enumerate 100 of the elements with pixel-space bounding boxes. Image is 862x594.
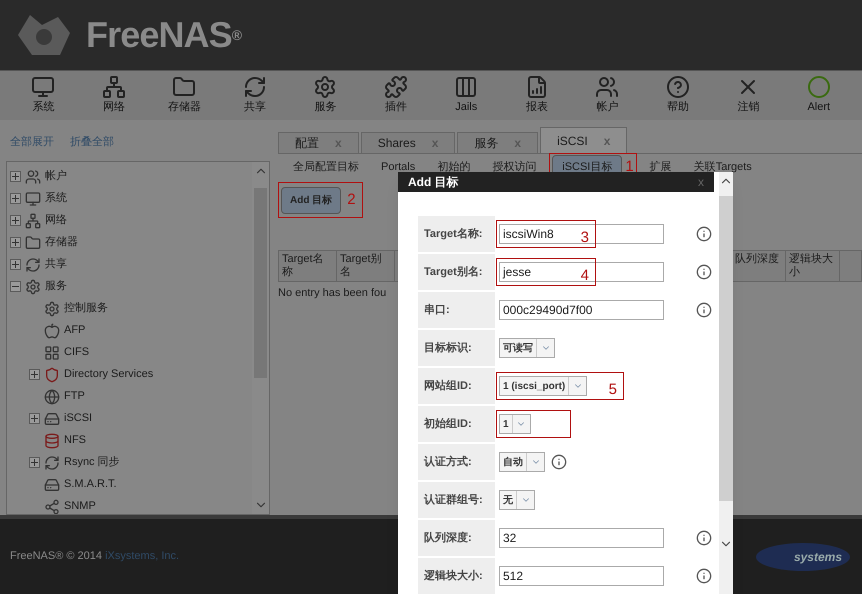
expand-toggle[interactable] <box>10 259 21 270</box>
info-icon[interactable] <box>696 568 712 584</box>
expand-toggle[interactable] <box>10 215 21 226</box>
field-label: 逻辑块大小: <box>418 558 495 594</box>
toolbar-button[interactable]: Alert <box>788 75 849 116</box>
gear-icon <box>44 300 60 316</box>
tree-item[interactable]: Rsync 同步 <box>7 452 252 474</box>
dialog-title: Add 目标 <box>408 174 459 191</box>
expand-toggle[interactable] <box>29 457 40 468</box>
toolbar-button[interactable]: 帐户 <box>577 75 638 116</box>
column-header: Target别名 <box>337 251 395 281</box>
monitor-icon <box>25 190 41 206</box>
toolbar-button[interactable]: 报表 <box>506 75 567 116</box>
expand-toggle[interactable] <box>10 237 21 248</box>
select-field[interactable]: 1 (iscsi_port) <box>499 376 588 396</box>
tree-item[interactable]: iSCSI <box>7 408 252 430</box>
tree-item[interactable]: S.M.A.R.T. <box>7 474 252 496</box>
field-label: 网站组ID: <box>418 368 495 404</box>
windows-icon <box>44 344 60 360</box>
folder-icon <box>25 234 41 250</box>
input-field[interactable]: 000c29490d7f00 <box>499 300 664 320</box>
sub-tab[interactable]: 扩展 <box>640 156 681 178</box>
field-label: 认证方式: <box>418 444 495 480</box>
field-label: 串口: <box>418 292 495 328</box>
expand-toggle[interactable] <box>29 369 40 380</box>
apple-icon <box>44 322 60 338</box>
column-header: Target名称 <box>279 251 337 281</box>
toolbar-button[interactable]: 帮助 <box>648 75 708 116</box>
sync-icon <box>25 256 41 272</box>
tree-item[interactable]: 帐户 <box>7 166 252 188</box>
tree-item[interactable]: 共享 <box>7 254 252 276</box>
tree-item[interactable]: 存储器 <box>7 232 252 254</box>
bars-icon <box>454 75 478 100</box>
tree-item[interactable]: Directory Services <box>7 364 252 386</box>
toolbar-button[interactable]: 共享 <box>224 75 285 116</box>
field-label: Target名称: <box>418 216 495 252</box>
select-field[interactable]: 可读写 <box>499 338 555 358</box>
network-icon <box>25 212 41 228</box>
toolbar-button[interactable]: Jails <box>436 75 496 116</box>
toolbar-button[interactable]: 网络 <box>84 75 144 116</box>
info-icon[interactable] <box>696 302 712 318</box>
expand-toggle[interactable] <box>10 171 21 182</box>
light-icon <box>806 75 831 100</box>
tree-item[interactable]: 网络 <box>7 210 252 232</box>
gear-icon <box>313 75 338 100</box>
input-field[interactable]: 512 <box>499 566 664 586</box>
toolbar-button[interactable]: 服务 <box>295 75 356 116</box>
info-icon[interactable] <box>696 264 712 280</box>
scroll-thumb[interactable] <box>719 196 733 501</box>
puzzle-icon <box>384 75 408 100</box>
toolbar-button[interactable]: 注销 <box>718 75 778 116</box>
collapse-toggle[interactable] <box>10 281 21 292</box>
logo-text: FreeNAS$^{®}$ <box>86 13 242 57</box>
tree-item[interactable]: 服务 <box>7 276 252 298</box>
info-icon[interactable] <box>551 454 567 470</box>
empty-message: No entry has been fou <box>278 287 386 299</box>
toolbar-button[interactable]: 存储器 <box>154 75 214 116</box>
info-icon[interactable] <box>696 530 712 546</box>
tree-link[interactable]: 全部展开 <box>10 134 54 150</box>
sync-icon <box>242 75 267 100</box>
tree-item[interactable]: 系统 <box>7 188 252 210</box>
sub-tab[interactable]: 全局配置目标 <box>284 156 368 178</box>
field-label: 目标标识: <box>418 330 495 366</box>
tree-item[interactable]: AFP <box>7 320 252 342</box>
field-label: 初始组ID: <box>418 406 495 442</box>
select-field[interactable]: 自动 <box>499 452 545 472</box>
annotation-number: 1 <box>625 156 634 177</box>
annotation-number: 2 <box>347 190 356 210</box>
users-icon <box>595 75 620 100</box>
copyright-text: FreeNAS® © 2014 iXsystems, Inc. <box>10 549 180 564</box>
tab[interactable]: iSCSI x <box>540 127 628 153</box>
expand-toggle[interactable] <box>10 193 21 204</box>
tree-item[interactable]: CIFS <box>7 342 252 364</box>
shield-icon <box>44 366 60 382</box>
tree-item[interactable]: 控制服务 <box>7 298 252 320</box>
select-field[interactable]: 无 <box>499 490 535 510</box>
monitor-icon <box>31 75 56 100</box>
add-button[interactable]: Add 目标 <box>281 186 342 214</box>
toolbar-button[interactable]: 系统 <box>13 75 74 116</box>
sync-icon <box>44 454 60 470</box>
field-label: 认证群组号: <box>418 482 495 518</box>
database-icon <box>44 432 60 448</box>
tree-item[interactable]: FTP <box>7 386 252 408</box>
info-icon[interactable] <box>696 226 712 242</box>
input-field[interactable]: 32 <box>499 528 664 548</box>
users-icon <box>25 168 41 184</box>
network-icon <box>102 75 126 100</box>
globe-icon <box>44 388 60 404</box>
column-header: 逻辑块大小 <box>785 251 839 281</box>
select-field[interactable]: 1 <box>499 414 531 434</box>
help-icon <box>666 75 690 100</box>
sub-tab[interactable]: 授权访问 <box>483 156 546 178</box>
tree-item[interactable]: NFS <box>7 430 252 452</box>
field-label: Target别名: <box>418 254 495 290</box>
toolbar-button[interactable]: 插件 <box>366 75 426 116</box>
gear-icon <box>25 278 41 294</box>
expand-toggle[interactable] <box>29 413 40 424</box>
field-label: 队列深度: <box>418 520 495 556</box>
tree-item[interactable]: SNMP <box>7 496 252 514</box>
tree-link[interactable]: 折叠全部 <box>70 134 114 150</box>
